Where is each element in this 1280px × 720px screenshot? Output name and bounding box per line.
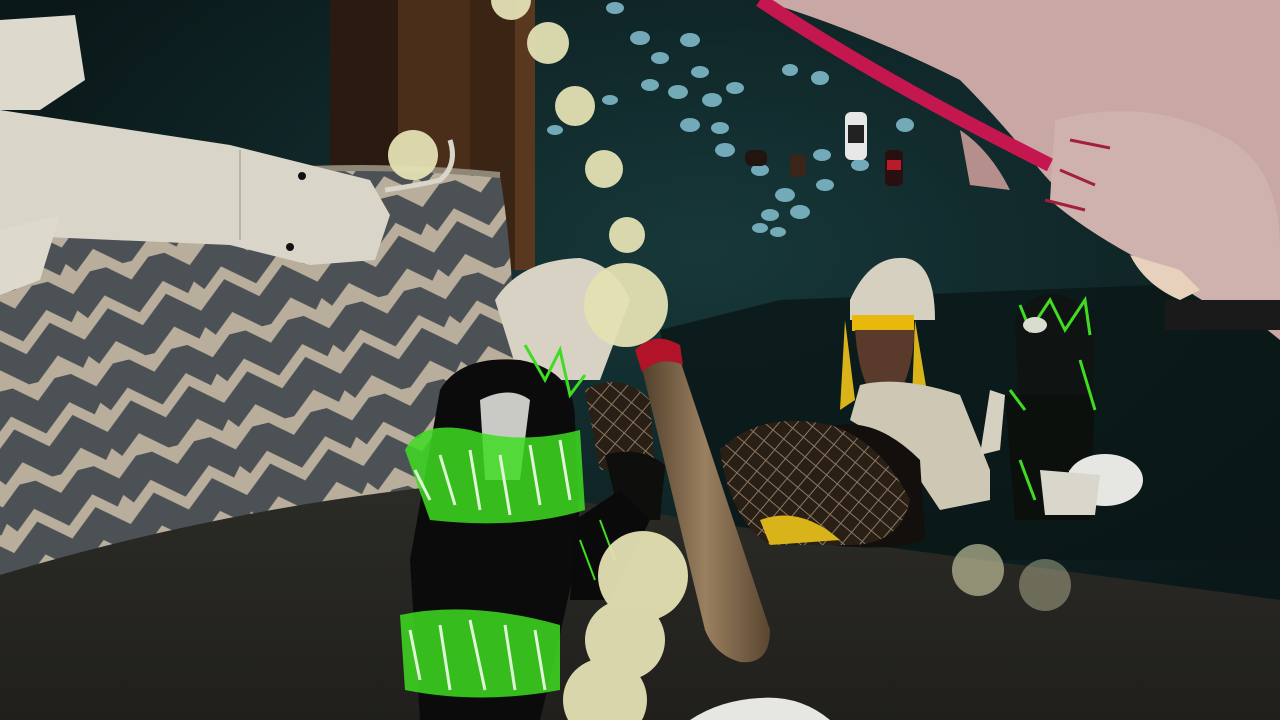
game-viewport[interactable]: [0, 0, 1280, 720]
scene-render: [0, 0, 1280, 720]
